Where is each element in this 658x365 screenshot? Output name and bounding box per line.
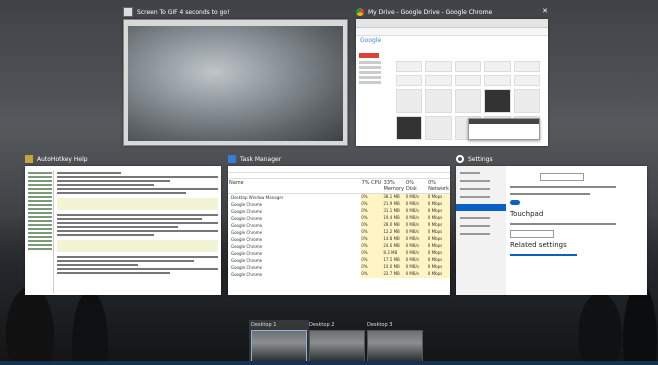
window-thumbnail[interactable]: Touchpad Related settings: [456, 166, 647, 295]
new-button: [359, 53, 379, 58]
window-title: Screen To GIF 4 seconds to go!: [137, 8, 230, 16]
help-icon: [25, 155, 33, 163]
window-title: Task Manager: [240, 155, 282, 163]
dropdown: [540, 173, 584, 181]
desktop-2[interactable]: Desktop 2: [309, 322, 365, 362]
window-settings[interactable]: Settings Touchpad Related settings: [456, 152, 647, 295]
drive-sidebar: [359, 51, 385, 144]
cloud-preview: [128, 26, 343, 141]
chrome-icon: [356, 8, 364, 16]
table-row[interactable]: Google Chrome 0% 24.6 MB 0 MB/s 0 Mbps: [228, 243, 450, 250]
task-manager-icon: [228, 155, 236, 163]
desktop-preview: [251, 330, 307, 362]
window-title: My Drive - Google Drive - Google Chrome: [368, 8, 493, 16]
process-list: Desktop Window Manager 0% 38.1 MB 0 MB/s 0 M…: [228, 194, 450, 278]
table-row[interactable]: Google Chrome 0% 21.9 MB 0 MB/s 0 Mbps: [228, 201, 450, 208]
window-task-manager[interactable]: Task Manager Name 7% CPU 33% Memory 0% D…: [228, 152, 450, 295]
toggle-switch: [510, 200, 520, 205]
table-row[interactable]: Google Chrome 0% 19.4 MB 0 MB/s 0 Mbps: [228, 215, 450, 222]
help-tree: [27, 170, 54, 293]
taskbar: [0, 361, 658, 365]
table-row[interactable]: Desktop Window Manager 0% 38.1 MB 0 MB/s 0 M…: [228, 194, 450, 201]
help-content: [57, 170, 218, 293]
table-row[interactable]: Google Chrome 0% 8.3 MB 0 MB/s 0 Mbps: [228, 250, 450, 257]
desktop-preview: [309, 330, 365, 362]
window-title: Settings: [468, 155, 493, 163]
google-logo: Google: [360, 37, 382, 44]
table-row[interactable]: Google Chrome 0% 14.8 MB 0 MB/s 0 Mbps: [228, 236, 450, 243]
settings-sidebar: [456, 166, 506, 295]
window-screen-to-gif[interactable]: Screen To GIF 4 seconds to go!: [123, 5, 348, 146]
table-row[interactable]: Google Chrome 0% 22.7 MB 0 MB/s 0 Mbps: [228, 271, 450, 278]
window-thumbnail[interactable]: Google: [356, 19, 548, 146]
table-row[interactable]: Google Chrome 0% 10.0 MB 0 MB/s 0 Mbps: [228, 264, 450, 271]
window-autohotkey-help[interactable]: AutoHotkey Help: [25, 152, 221, 295]
close-icon[interactable]: ✕: [542, 7, 548, 15]
table-row[interactable]: Google Chrome 0% 17.5 MB 0 MB/s 0 Mbps: [228, 257, 450, 264]
desktop-3[interactable]: Desktop 3: [367, 322, 423, 362]
window-thumbnail[interactable]: [25, 166, 221, 295]
desktop-1[interactable]: Desktop 1: [249, 320, 309, 364]
address-bar: [356, 28, 548, 36]
window-title: AutoHotkey Help: [37, 155, 88, 163]
table-row[interactable]: Google Chrome 0% 31.1 MB 0 MB/s 0 Mbps: [228, 208, 450, 215]
tab-strip: [356, 19, 548, 28]
menu-bar: [228, 166, 450, 173]
table-row[interactable]: Google Chrome 0% 28.0 MB 0 MB/s 0 Mbps: [228, 222, 450, 229]
selected-category: [456, 204, 506, 211]
dropdown: [510, 230, 554, 238]
upload-popup: [468, 118, 540, 140]
window-chrome[interactable]: My Drive - Google Drive - Google Chrome …: [356, 5, 548, 146]
related-settings-heading: Related settings: [510, 241, 567, 249]
touchpad-heading: Touchpad: [510, 210, 544, 218]
table-row[interactable]: Google Chrome 0% 12.2 MB 0 MB/s 0 Mbps: [228, 229, 450, 236]
desktop-preview: [367, 330, 423, 362]
gear-icon: [456, 155, 464, 163]
window-thumbnail[interactable]: [123, 19, 348, 146]
screentogif-icon: [123, 7, 133, 17]
settings-content: Touchpad Related settings: [510, 170, 643, 291]
process-header: Name 7% CPU 33% Memory 0% Disk 0% Networ…: [228, 180, 450, 194]
window-thumbnail[interactable]: Name 7% CPU 33% Memory 0% Disk 0% Networ…: [228, 166, 450, 295]
